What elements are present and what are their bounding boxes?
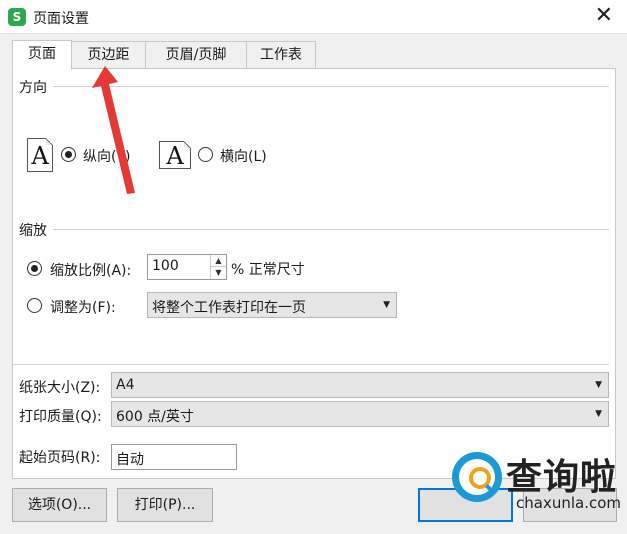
start-page-input[interactable]: 自动 xyxy=(111,444,237,470)
title-bar: S 页面设置 ✕ xyxy=(0,0,627,34)
landscape-page-icon: A xyxy=(159,141,191,170)
chevron-down-icon: ▼ xyxy=(595,380,602,390)
close-icon[interactable]: ✕ xyxy=(595,4,613,28)
print-button[interactable]: 打印(P)... xyxy=(117,488,213,522)
landscape-radio[interactable] xyxy=(198,147,213,162)
watermark-logo: 查询啦 chaxunla.com xyxy=(450,448,627,534)
watermark-text: 查询啦 xyxy=(506,457,618,498)
print-quality-select[interactable]: 600 点/英寸 ▼ xyxy=(111,401,609,427)
portrait-radio[interactable] xyxy=(61,147,76,162)
scale-stepper[interactable]: 100 ▲ ▼ xyxy=(147,254,227,280)
tab-header-footer[interactable]: 页眉/页脚 xyxy=(145,41,247,69)
stepper-down-icon[interactable]: ▼ xyxy=(210,267,226,279)
print-quality-label: 打印质量(Q): xyxy=(19,409,102,425)
paper-size-select[interactable]: A4 ▼ xyxy=(111,372,609,398)
paper-size-label: 纸张大小(Z): xyxy=(19,380,101,396)
start-page-label: 起始页码(R): xyxy=(19,450,101,466)
divider xyxy=(13,364,609,365)
chevron-down-icon: ▼ xyxy=(595,409,602,419)
paper-size-value: A4 xyxy=(116,377,135,393)
tab-panel-page: 方向 A 纵向(T) A 横向(L) 缩放 缩放比例(A): 100 ▲ ▼ %… xyxy=(12,68,616,479)
window-title: 页面设置 xyxy=(33,11,89,27)
scaling-heading: 缩放 xyxy=(19,220,51,240)
magnifier-icon xyxy=(452,452,502,502)
tab-sheet[interactable]: 工作表 xyxy=(246,41,316,69)
scale-suffix: % 正常尺寸 xyxy=(231,262,305,278)
divider xyxy=(53,229,609,230)
watermark-url: chaxunla.com xyxy=(516,494,621,512)
chevron-down-icon: ▼ xyxy=(383,300,390,310)
scale-value[interactable]: 100 xyxy=(152,258,179,274)
stepper-up-icon[interactable]: ▲ xyxy=(210,255,226,267)
wps-spreadsheet-icon: S xyxy=(8,8,26,26)
orientation-heading: 方向 xyxy=(19,77,51,97)
fit-select-value: 将整个工作表打印在一页 xyxy=(152,300,306,316)
portrait-page-icon: A xyxy=(27,138,53,172)
scale-radio[interactable] xyxy=(27,261,42,276)
landscape-label[interactable]: 横向(L) xyxy=(220,146,267,166)
options-button[interactable]: 选项(O)... xyxy=(12,488,107,522)
tab-page[interactable]: 页面 xyxy=(12,40,72,70)
scale-label[interactable]: 缩放比例(A): xyxy=(50,260,131,280)
fit-select[interactable]: 将整个工作表打印在一页 ▼ xyxy=(147,292,397,318)
portrait-label[interactable]: 纵向(T) xyxy=(83,146,130,166)
fit-label[interactable]: 调整为(F): xyxy=(50,297,116,317)
start-page-value[interactable]: 自动 xyxy=(116,449,144,469)
tab-margins[interactable]: 页边距 xyxy=(71,41,146,69)
print-quality-value: 600 点/英寸 xyxy=(116,409,194,425)
fit-radio[interactable] xyxy=(27,298,42,313)
divider xyxy=(53,86,609,87)
